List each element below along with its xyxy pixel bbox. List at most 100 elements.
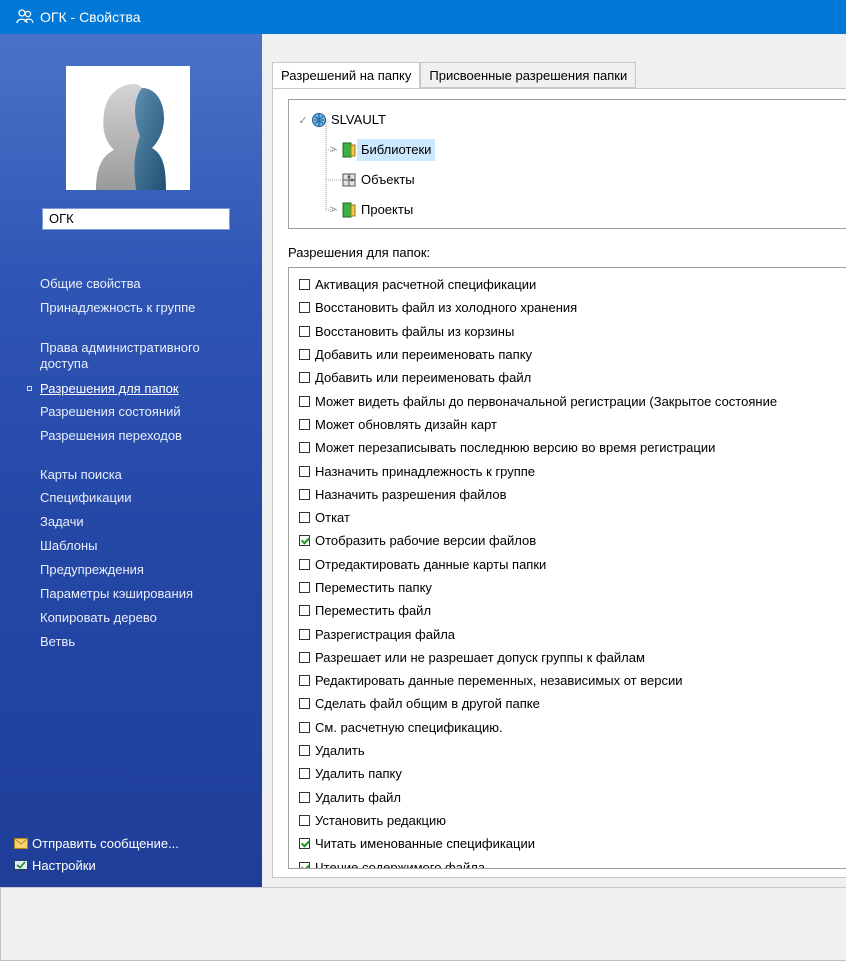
permission-row[interactable]: Назначить разрешения файлов	[289, 483, 846, 506]
checkbox-unchecked[interactable]	[299, 418, 310, 430]
permission-label: Удалить	[315, 743, 365, 759]
chevron-right-icon[interactable]: >	[327, 204, 339, 216]
sidebar-item-warnings[interactable]: Предупреждения	[40, 562, 144, 578]
checkbox-unchecked[interactable]	[299, 675, 310, 687]
permission-label: Удалить папку	[315, 766, 402, 782]
permission-label: Может перезаписывать последнюю версию во…	[315, 440, 716, 456]
permission-row[interactable]: Удалить	[289, 739, 846, 762]
permission-label: Переместить папку	[315, 580, 432, 595]
sidebar-item-general[interactable]: Общие свойства	[40, 276, 141, 292]
permission-row[interactable]: Чтение содержимого файла	[289, 855, 846, 868]
envelope-icon	[14, 838, 28, 850]
permission-row[interactable]: Установить редакцию	[289, 809, 846, 832]
checkbox-unchecked[interactable]	[299, 325, 310, 337]
sidebar-item-templates[interactable]: Шаблоны	[40, 538, 98, 554]
checkbox-unchecked[interactable]	[299, 582, 310, 593]
permission-row[interactable]: Отобразить рабочие версии файлов	[289, 529, 846, 552]
permission-row[interactable]: Добавить или переименовать папку	[289, 343, 846, 366]
sidebar-item-state-permissions[interactable]: Разрешения состояний	[40, 404, 181, 420]
avatar	[66, 66, 190, 190]
checkbox-unchecked[interactable]	[299, 442, 310, 454]
permission-row[interactable]: Может видеть файлы до первоначальной рег…	[289, 389, 846, 412]
checkbox-unchecked[interactable]	[299, 745, 310, 757]
permission-row[interactable]: Сделать файл общим в другой папке	[289, 692, 846, 715]
permission-row[interactable]: Переместить папку	[289, 576, 846, 599]
permission-row[interactable]: Удалить папку	[289, 762, 846, 785]
permission-label: См. расчетную спецификацию.	[315, 719, 503, 735]
permission-row[interactable]: Активация расчетной спецификации	[289, 273, 846, 296]
sidebar-item-admin-rights[interactable]: Права административного доступа	[40, 340, 240, 372]
permission-row[interactable]: Разрешает или не разрешает допуск группы…	[289, 646, 846, 669]
permission-row[interactable]: Читать именованные спецификации	[289, 832, 846, 855]
checkbox-checked[interactable]	[299, 861, 310, 868]
sidebar-item-transition-permissions[interactable]: Разрешения переходов	[40, 428, 182, 444]
checkbox-unchecked[interactable]	[299, 768, 310, 780]
permission-row[interactable]: Откат	[289, 506, 846, 529]
permission-row[interactable]: См. расчетную спецификацию.	[289, 716, 846, 739]
tree-node-projects[interactable]: > Проекты	[327, 199, 417, 221]
sidebar-item-tasks[interactable]: Задачи	[40, 514, 84, 530]
permission-row[interactable]: Восстановить файлы из корзины	[289, 320, 846, 343]
permission-row[interactable]: Может обновлять дизайн карт	[289, 413, 846, 436]
checkbox-unchecked[interactable]	[299, 512, 310, 524]
checkbox-unchecked[interactable]	[299, 605, 310, 617]
chevron-right-icon[interactable]: >	[327, 144, 339, 156]
tree-node-libraries[interactable]: > Библиотеки	[327, 139, 436, 161]
permission-label: Активация расчетной спецификации	[315, 277, 537, 293]
green-book-icon	[341, 202, 357, 218]
tab-folder-permissions[interactable]: Разрешений на папку	[272, 62, 421, 89]
sidebar-item-caching[interactable]: Параметры кэширования	[40, 586, 193, 602]
main-panel: Разрешений на папку Присвоенные разрешен…	[262, 34, 846, 887]
permission-row[interactable]: Разрегистрация файла	[289, 622, 846, 645]
checkbox-unchecked[interactable]	[299, 349, 310, 361]
checkbox-unchecked[interactable]	[299, 558, 310, 570]
tab-assigned-folder-permissions[interactable]: Присвоенные разрешения папки	[420, 62, 637, 88]
puzzle-icon	[341, 172, 357, 188]
group-name-field[interactable]: ОГК	[42, 208, 230, 230]
sidebar: ОГК Общие свойства Принадлежность к груп…	[0, 34, 262, 887]
bottom-panel	[0, 887, 846, 961]
checkbox-unchecked[interactable]	[299, 279, 310, 291]
user-silhouette-icon	[96, 84, 166, 190]
sidebar-item-copy-tree[interactable]: Копировать дерево	[40, 610, 157, 626]
checkbox-unchecked[interactable]	[299, 465, 310, 477]
checkbox-checked[interactable]	[299, 535, 310, 547]
title-bar: ОГК - Свойства	[0, 0, 846, 34]
permission-row[interactable]: Переместить файл	[289, 599, 846, 622]
send-message-link[interactable]: Отправить сообщение...	[14, 836, 179, 851]
tree-node-objects[interactable]: Объекты	[339, 169, 419, 191]
permission-label: Установить редакцию	[315, 812, 446, 828]
checkbox-unchecked[interactable]	[299, 721, 310, 733]
permission-label: Может обновлять дизайн карт	[315, 416, 497, 432]
chevron-down-icon[interactable]: ✓	[297, 114, 309, 127]
permission-label: Отредактировать данные карты папки	[315, 556, 547, 572]
permission-row[interactable]: Удалить файл	[289, 786, 846, 809]
checkbox-unchecked[interactable]	[299, 372, 310, 384]
sidebar-item-folder-permissions[interactable]: Разрешения для папок	[27, 381, 179, 397]
permission-row[interactable]: Может перезаписывать последнюю версию во…	[289, 436, 846, 459]
tree-node-root[interactable]: ✓ SLVAULT	[297, 109, 390, 131]
checkbox-checked[interactable]	[299, 838, 310, 850]
sidebar-item-membership[interactable]: Принадлежность к группе	[40, 300, 195, 316]
checkbox-unchecked[interactable]	[299, 651, 310, 663]
checkbox-unchecked[interactable]	[299, 628, 310, 640]
sidebar-item-search-cards[interactable]: Карты поиска	[40, 467, 122, 483]
permission-row[interactable]: Отредактировать данные карты папки	[289, 553, 846, 576]
sidebar-item-specifications[interactable]: Спецификации	[40, 490, 132, 506]
checkbox-unchecked[interactable]	[299, 698, 310, 710]
checkbox-unchecked[interactable]	[299, 488, 310, 500]
permission-row[interactable]: Назначить принадлежность к группе	[289, 459, 846, 482]
settings-link[interactable]: Настройки	[14, 858, 96, 873]
permissions-heading: Разрешения для папок:	[288, 245, 431, 260]
permission-row[interactable]: Восстановить файл из холодного хранения	[289, 296, 846, 319]
checkbox-unchecked[interactable]	[299, 302, 310, 314]
permission-row[interactable]: Добавить или переименовать файл	[289, 366, 846, 389]
checkbox-unchecked[interactable]	[299, 395, 310, 407]
window-title: ОГК - Свойства	[40, 9, 141, 25]
checkbox-unchecked[interactable]	[299, 814, 310, 826]
sidebar-item-branch[interactable]: Ветвь	[40, 634, 75, 650]
permission-label: Редактировать данные переменных, независ…	[315, 673, 683, 689]
checkbox-unchecked[interactable]	[299, 791, 310, 803]
permission-row[interactable]: Редактировать данные переменных, независ…	[289, 669, 846, 692]
permission-label: Удалить файл	[315, 789, 402, 805]
